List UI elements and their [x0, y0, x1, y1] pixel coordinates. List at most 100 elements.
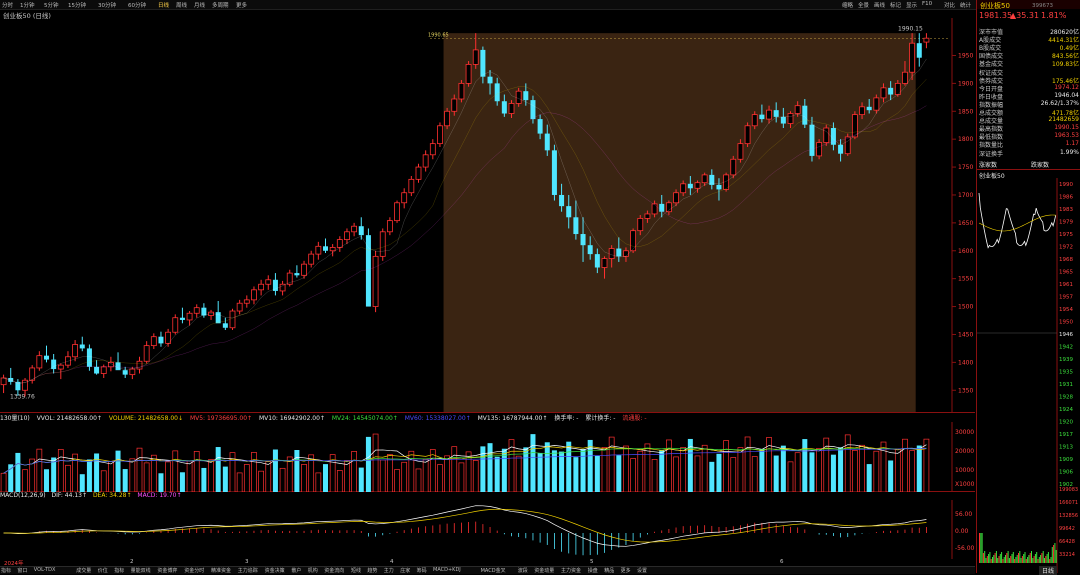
- mini-volume-bar: [1037, 559, 1039, 563]
- candle-body: [72, 344, 79, 358]
- candle-body: [129, 368, 136, 376]
- mini-volume-bar: [1001, 552, 1003, 563]
- volume-bar: [272, 449, 278, 492]
- candle-body: [150, 336, 157, 347]
- volume-bar: [100, 470, 107, 492]
- mv24-value: MV24: 14545074.00↑: [331, 415, 398, 422]
- mini-volume-bar: [1034, 554, 1036, 563]
- volume-bar: [873, 450, 880, 492]
- mini-volume-bar: [1047, 552, 1049, 563]
- volume-bar: [294, 450, 300, 492]
- mini-volume-bar: [1032, 558, 1034, 563]
- candle-body: [537, 119, 543, 134]
- mini-volume-bar: [1012, 552, 1014, 563]
- volume-bar: [201, 467, 207, 492]
- volume-bar: [158, 473, 164, 492]
- volume-bar: [716, 453, 722, 492]
- candle-body: [701, 174, 708, 184]
- quote-row: 总成交额 471.78亿: [979, 108, 1079, 117]
- volume-bar: [236, 472, 243, 492]
- mv5-value: MV5: 19736695.00↑: [189, 415, 253, 422]
- volume-bar: [265, 461, 272, 492]
- volume-bar: [258, 470, 264, 492]
- volume-bar: [415, 468, 422, 492]
- mini-axis-label: 1950: [1059, 320, 1073, 326]
- volume-bar: [651, 459, 658, 492]
- bottom-tab-2[interactable]: VOL-TDX: [34, 567, 56, 573]
- mini-volume-bar: [1019, 551, 1021, 563]
- candle-body: [294, 273, 300, 276]
- candle-body: [386, 220, 393, 233]
- candle-body: [623, 250, 629, 257]
- candle-body: [766, 109, 772, 120]
- mini-volume-bar: [1054, 543, 1056, 563]
- mini-tab-daily[interactable]: 日线: [1039, 566, 1058, 575]
- candle-body: [587, 245, 593, 255]
- toolbar-right-1[interactable]: 全景: [858, 1, 869, 9]
- toolbar-right-4[interactable]: 显示: [906, 1, 917, 9]
- mini-vol-axis-label: 33214: [1059, 552, 1075, 558]
- quote-row: 最低指数 1963.53: [979, 132, 1079, 141]
- mini-axis-label: 1968: [1059, 257, 1073, 263]
- toolbar-tab-0[interactable]: 分时: [2, 1, 13, 9]
- price-axis-label: 1750: [958, 164, 973, 171]
- mini-volume-bar: [986, 556, 988, 563]
- high-label-right: 1990.15: [898, 25, 923, 32]
- volume-bar: [544, 442, 550, 492]
- turnover-value: 换手率: -: [554, 415, 579, 422]
- volume-bar: [57, 449, 64, 492]
- candle-body: [687, 183, 693, 189]
- bottom-tab-20[interactable]: MACD+KDJ: [433, 567, 461, 573]
- intraday-mini-chart[interactable]: 1990 1986 1983 1979 1975 1972 1968 1965 1961 1957…: [977, 178, 1080, 573]
- toolbar-tab-4[interactable]: 30分钟: [98, 1, 116, 9]
- toolbar-right-5[interactable]: F10: [922, 1, 932, 7]
- mini-volume-bar: [1053, 545, 1055, 563]
- mini-axis-label: 1986: [1059, 195, 1073, 201]
- volume-bar: [22, 469, 28, 492]
- low-label: 1339.76: [10, 394, 35, 401]
- quote-row: 基金成交 109.83亿: [979, 59, 1079, 68]
- toolbar-right-2[interactable]: 画线: [874, 1, 885, 9]
- toolbar-right-7[interactable]: 统计: [960, 1, 971, 9]
- mini-volume-bar: [1023, 554, 1025, 563]
- toolbar-tab-2[interactable]: 5分钟: [44, 1, 59, 9]
- top-toolbar: 分时 1分钟 5分钟 15分钟 30分钟 60分钟 日线 周线 月线 多周期 更多 缩略 全景 画线 标记显…: [0, 0, 1080, 10]
- toolbar-tab-3[interactable]: 15分钟: [68, 1, 86, 9]
- macd-indicator-bar: MACD(12,26,9) DIF: 44.13↑ DEA: 34.28↑ MA…: [0, 492, 975, 500]
- candle-body: [866, 106, 872, 111]
- toolbar-tab-5[interactable]: 60分钟: [128, 1, 146, 9]
- quote-row: B股成交 0.49亿: [979, 43, 1079, 52]
- volume-bar: [15, 452, 21, 492]
- volume-bar: [222, 466, 228, 492]
- mini-axis-label: 1935: [1059, 370, 1073, 376]
- volume-prefix[interactable]: 130量(10): [0, 415, 30, 422]
- candle-body: [494, 83, 500, 102]
- vol-axis-label: 30000: [955, 429, 974, 436]
- toolbar-tab-9[interactable]: 多周期: [212, 1, 229, 9]
- volume-bar: [172, 450, 179, 492]
- mini-volume-bar: [1007, 551, 1009, 563]
- toolbar-tab-1[interactable]: 1分钟: [20, 1, 35, 9]
- macd-prefix[interactable]: MACD(12,26,9): [0, 492, 46, 499]
- toolbar-tab-7[interactable]: 周线: [176, 1, 187, 9]
- volume-bar: [730, 457, 737, 492]
- toolbar-tab-10[interactable]: 更多: [236, 1, 247, 9]
- toolbar-tab-6[interactable]: 日线: [158, 1, 169, 9]
- candle-body: [100, 366, 107, 374]
- toolbar-right-3[interactable]: 标记: [890, 1, 901, 9]
- macd-chart[interactable]: 56.00 0.00 -56.00: [0, 500, 975, 559]
- toolbar-right-0[interactable]: 缩略: [842, 1, 853, 9]
- candle-body: [838, 144, 844, 154]
- volume-chart[interactable]: 30000 20000 10000 X1000: [0, 422, 975, 492]
- volume-bar: [802, 439, 808, 492]
- toolbar-right-6[interactable]: 对比: [944, 1, 955, 9]
- volume-bar: [351, 451, 357, 492]
- mini-volume-bar: [981, 533, 983, 563]
- quote-row-value: 1974.12: [1054, 83, 1079, 91]
- high-label: 1990.65: [428, 33, 449, 39]
- toolbar-tab-8[interactable]: 月线: [194, 1, 205, 9]
- mini-axis-label: 1939: [1059, 357, 1073, 363]
- main-candlestick-chart[interactable]: 1950 1900 1850 1800 1750 1700 1650 1600 1550 1500…: [0, 18, 975, 413]
- candle-body: [880, 87, 887, 99]
- quote-header: 创业板50: [977, 0, 1080, 10]
